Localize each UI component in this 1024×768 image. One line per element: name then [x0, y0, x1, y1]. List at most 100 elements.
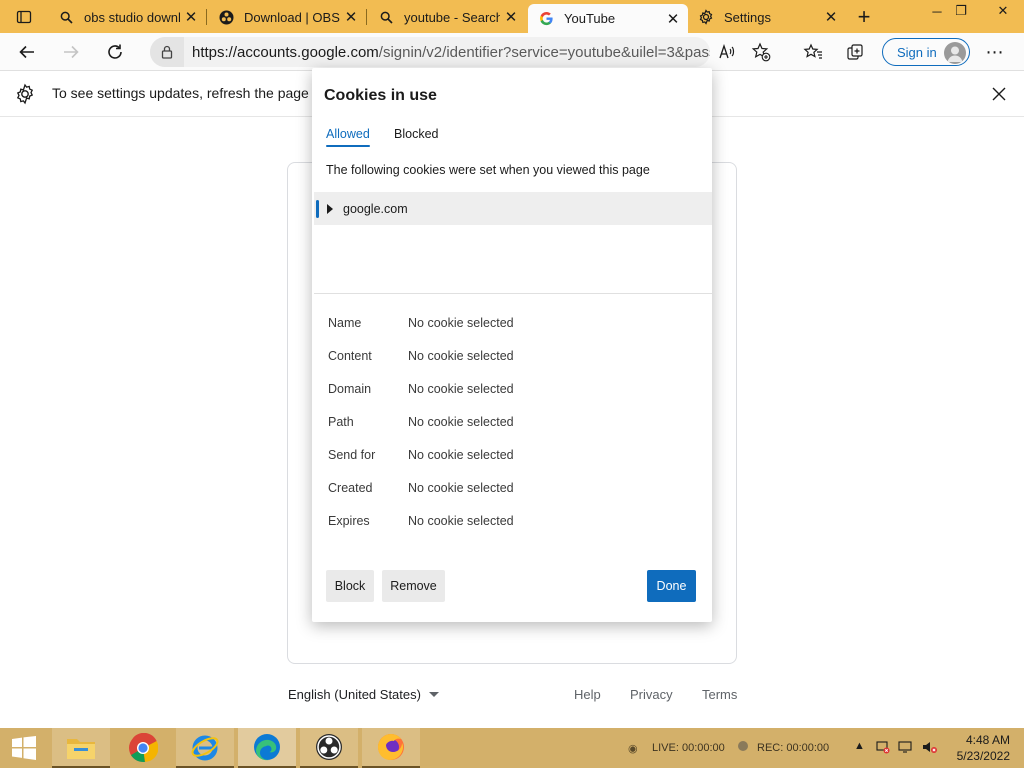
- tab-title: youtube - Search: [404, 9, 500, 25]
- favorites-icon: [803, 43, 822, 59]
- forward-button[interactable]: [56, 38, 86, 66]
- tab-blocked[interactable]: Blocked: [394, 127, 438, 141]
- tab-close-button[interactable]: ✕: [662, 8, 684, 30]
- star-add-icon: [751, 42, 771, 62]
- obs-live-icon: ◉: [628, 743, 638, 755]
- avatar: [944, 42, 966, 64]
- url-path: /signin/v2/identifier?service=youtube&ui…: [378, 43, 710, 61]
- read-aloud-button[interactable]: [712, 38, 742, 66]
- privacy-link[interactable]: Privacy: [630, 687, 673, 702]
- url-text: https://accounts.google.com/signin/v2/id…: [184, 44, 710, 61]
- detail-value: No cookie selected: [408, 382, 514, 396]
- detail-value: No cookie selected: [408, 316, 514, 330]
- tab-close-button[interactable]: ✕: [340, 6, 362, 28]
- tab-close-button[interactable]: ✕: [500, 6, 522, 28]
- detail-row-domain: Domain No cookie selected: [328, 382, 698, 415]
- firefox-icon: [378, 734, 404, 760]
- gear-icon: [698, 9, 714, 25]
- cookie-domain-list[interactable]: google.com: [314, 192, 712, 294]
- tab-title: obs studio downl: [84, 9, 180, 25]
- tab-title: Settings: [724, 9, 771, 25]
- volume-muted-icon[interactable]: [922, 740, 938, 754]
- detail-value: No cookie selected: [408, 415, 514, 429]
- internet-explorer-icon: [191, 735, 219, 761]
- more-icon: ⋯: [985, 41, 1005, 62]
- expand-arrow-icon[interactable]: [327, 203, 333, 214]
- back-button[interactable]: [12, 38, 42, 66]
- taskbar: ◉ LIVE: 00:00:00 REC: 00:00:00 ▲ 4:48 AM…: [0, 728, 1024, 768]
- detail-value: No cookie selected: [408, 448, 514, 462]
- network-icon[interactable]: [876, 740, 890, 754]
- list-item[interactable]: google.com: [314, 192, 712, 225]
- browser-toolbar: https://accounts.google.com/signin/v2/id…: [0, 33, 1024, 71]
- detail-value: No cookie selected: [408, 481, 514, 495]
- tab-download-obs[interactable]: Download | OBS ✕: [208, 4, 367, 30]
- tab-actions-icon: [16, 10, 32, 24]
- detail-label: Name: [328, 316, 362, 330]
- remove-button[interactable]: Remove: [382, 570, 445, 602]
- detail-value: No cookie selected: [408, 514, 514, 528]
- tab-settings[interactable]: Settings ✕: [688, 4, 846, 30]
- start-button[interactable]: [0, 728, 48, 768]
- sign-in-label: Sign in: [897, 44, 937, 60]
- close-window-button[interactable]: ✕: [986, 0, 1020, 22]
- sign-in-button[interactable]: Sign in: [882, 38, 970, 66]
- info-bar-close-button[interactable]: [988, 83, 1010, 105]
- tab-close-button[interactable]: ✕: [180, 6, 202, 28]
- taskbar-firefox[interactable]: [362, 728, 420, 768]
- add-favorite-button[interactable]: [746, 38, 776, 66]
- gear-icon: [16, 83, 34, 105]
- taskbar-chrome[interactable]: [114, 728, 172, 768]
- obs-icon: [218, 9, 234, 25]
- obs-icon: [316, 734, 342, 760]
- taskbar-internet-explorer[interactable]: [176, 728, 234, 768]
- tab-close-button[interactable]: ✕: [820, 6, 842, 28]
- obs-live-status: LIVE: 00:00:00: [652, 742, 725, 754]
- caret-down-icon: [428, 692, 439, 697]
- google-icon: [538, 11, 554, 27]
- detail-row-content: Content No cookie selected: [328, 349, 698, 382]
- help-link[interactable]: Help: [574, 687, 601, 702]
- cookie-details: Name No cookie selected Content No cookie …: [328, 316, 698, 547]
- show-hidden-icons-icon[interactable]: ▲: [854, 740, 865, 752]
- dialog-description: The following cookies were set when you …: [326, 163, 650, 177]
- tab-youtube-search[interactable]: youtube - Search ✕: [368, 4, 526, 30]
- tab-allowed[interactable]: Allowed: [326, 127, 370, 147]
- search-icon: [378, 9, 394, 25]
- language-selector[interactable]: English (United States): [288, 687, 439, 702]
- cookies-in-use-dialog: Cookies in use Allowed Blocked The follo…: [312, 68, 712, 622]
- detail-label: Created: [328, 481, 373, 495]
- taskbar-edge[interactable]: [238, 728, 296, 768]
- display-icon[interactable]: [898, 740, 912, 754]
- read-aloud-icon: [719, 44, 735, 59]
- arrow-right-icon: [64, 45, 79, 59]
- info-bar-message: To see settings updates, refresh the pag…: [52, 85, 309, 101]
- tab-title: YouTube: [564, 11, 616, 26]
- terms-link[interactable]: Terms: [702, 687, 737, 702]
- lock-icon[interactable]: [150, 37, 184, 67]
- obs-rec-icon: [738, 741, 748, 751]
- windows-icon: [12, 736, 36, 760]
- close-icon: [992, 87, 1006, 101]
- detail-label: Content: [328, 349, 372, 363]
- tab-obs-search[interactable]: obs studio downl ✕: [48, 4, 207, 30]
- clock-time: 4:48 AM: [965, 733, 1010, 747]
- restore-button[interactable]: ❐: [944, 0, 978, 22]
- tab-youtube[interactable]: YouTube ✕: [528, 4, 688, 33]
- taskbar-obs[interactable]: [300, 728, 358, 768]
- collections-button[interactable]: [840, 38, 870, 66]
- detail-row-expires: Expires No cookie selected: [328, 514, 698, 547]
- block-button[interactable]: Block: [326, 570, 374, 602]
- obs-rec-status: REC: 00:00:00: [757, 742, 830, 754]
- detail-label: Send for: [328, 448, 376, 462]
- done-button[interactable]: Done: [647, 570, 696, 602]
- refresh-button[interactable]: [100, 38, 130, 66]
- settings-and-more-button[interactable]: ⋯: [980, 38, 1010, 66]
- favorites-button[interactable]: [798, 38, 828, 66]
- edge-icon: [254, 734, 280, 761]
- taskbar-file-explorer[interactable]: [52, 728, 110, 768]
- system-clock[interactable]: 4:48 AM 5/23/2022: [957, 732, 1010, 764]
- new-tab-button[interactable]: +: [850, 4, 878, 30]
- address-bar[interactable]: https://accounts.google.com/signin/v2/id…: [150, 37, 710, 67]
- tab-actions-button[interactable]: [6, 4, 42, 30]
